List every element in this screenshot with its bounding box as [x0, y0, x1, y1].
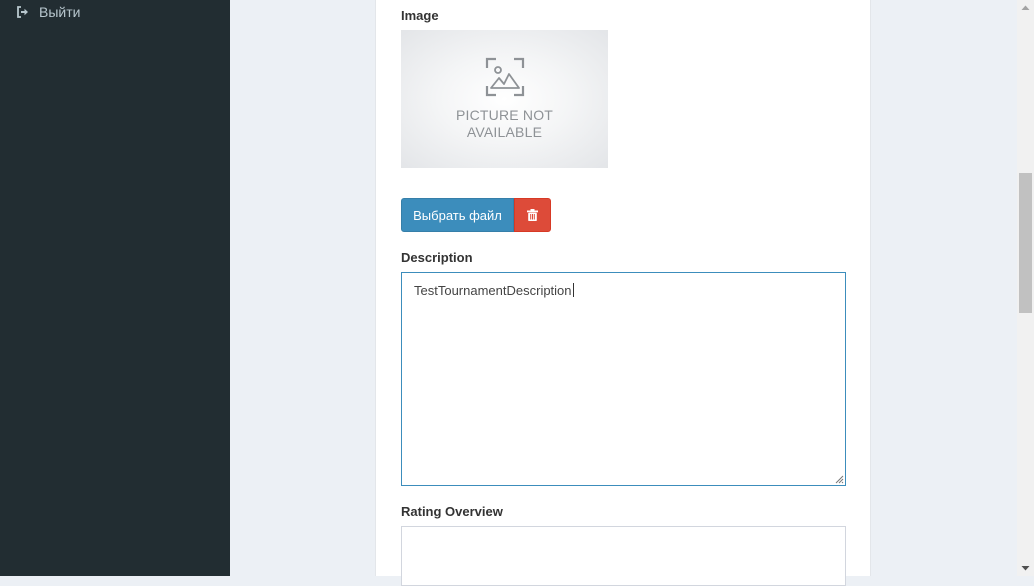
- resize-grip-icon[interactable]: [835, 475, 844, 484]
- sign-out-icon: [16, 5, 30, 19]
- sidebar-item-label: Выйти: [39, 4, 81, 20]
- sidebar-item-logout[interactable]: Выйти: [16, 2, 80, 22]
- choose-file-button[interactable]: Выбрать файл: [401, 198, 514, 232]
- page-scrollbar[interactable]: [1017, 0, 1034, 576]
- description-text: TestTournamentDescription: [414, 283, 572, 298]
- picture-placeholder-icon: [485, 57, 524, 97]
- scrollbar-thumb[interactable]: [1019, 173, 1032, 313]
- placeholder-text: PICTURE NOT AVAILABLE: [456, 107, 553, 141]
- trash-icon: [527, 209, 538, 221]
- rating-overview-label: Rating Overview: [401, 504, 503, 519]
- text-caret: [572, 283, 574, 297]
- placeholder-text-line2: AVAILABLE: [466, 124, 543, 140]
- description-label: Description: [401, 250, 473, 265]
- scroll-up-icon[interactable]: [1021, 4, 1030, 11]
- rating-overview-textarea[interactable]: [401, 526, 846, 586]
- image-label: Image: [401, 8, 439, 23]
- choose-file-label: Выбрать файл: [413, 207, 502, 223]
- placeholder-text-line1: PICTURE NOT: [455, 107, 554, 123]
- scroll-down-icon[interactable]: [1021, 565, 1030, 572]
- image-placeholder: PICTURE NOT AVAILABLE: [401, 30, 608, 168]
- description-textarea[interactable]: TestTournamentDescription: [401, 272, 846, 486]
- sidebar: Выйти: [0, 0, 230, 576]
- delete-image-button[interactable]: [514, 198, 551, 232]
